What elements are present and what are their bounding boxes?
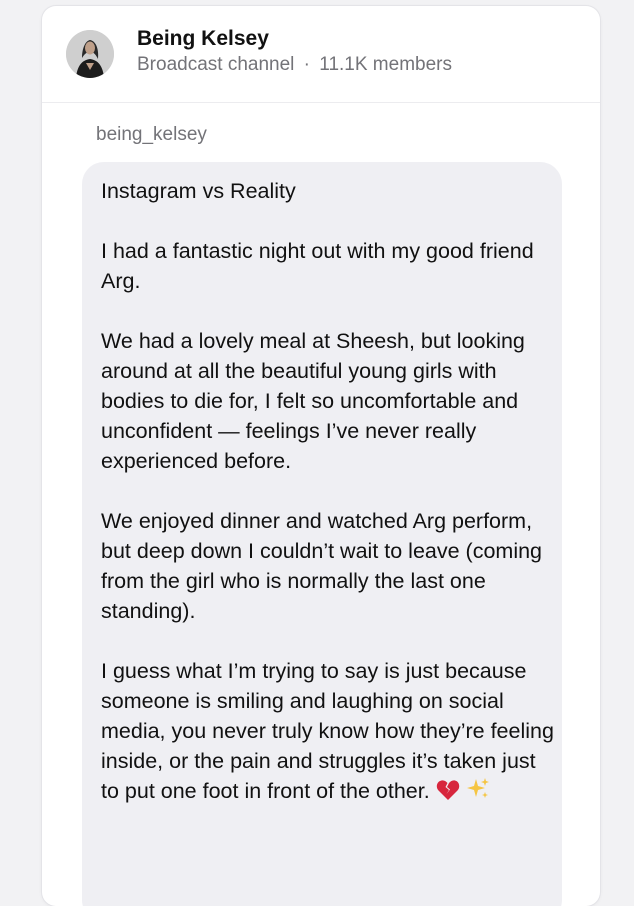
channel-header[interactable]: Being Kelsey Broadcast channel · 11.1K m… xyxy=(42,6,600,103)
sparkles-icon xyxy=(466,777,490,809)
member-count[interactable]: 11.1K members xyxy=(319,54,452,75)
channel-card: Being Kelsey Broadcast channel · 11.1K m… xyxy=(42,6,600,906)
channel-type: Broadcast channel xyxy=(137,54,295,75)
message-sender: being_kelsey xyxy=(96,124,207,145)
message-bubble[interactable]: Instagram vs Reality I had a fantastic n… xyxy=(82,162,562,906)
meta-separator: · xyxy=(303,54,310,75)
channel-avatar[interactable] xyxy=(66,30,114,78)
message-paragraph: Instagram vs Reality xyxy=(101,179,296,203)
message-paragraph: I had a fantastic night out with my good… xyxy=(101,239,534,293)
message-paragraph: We enjoyed dinner and watched Arg perfor… xyxy=(101,509,543,623)
message-paragraph: We had a lovely meal at Sheesh, but look… xyxy=(101,329,525,473)
channel-meta: Broadcast channel · 11.1K members xyxy=(137,54,452,76)
channel-name[interactable]: Being Kelsey xyxy=(137,27,269,51)
message-text: Instagram vs Reality I had a fantastic n… xyxy=(101,176,556,839)
broken-heart-icon xyxy=(436,779,460,809)
message-paragraph-last: I guess what I’m trying to say is just b… xyxy=(101,656,556,809)
